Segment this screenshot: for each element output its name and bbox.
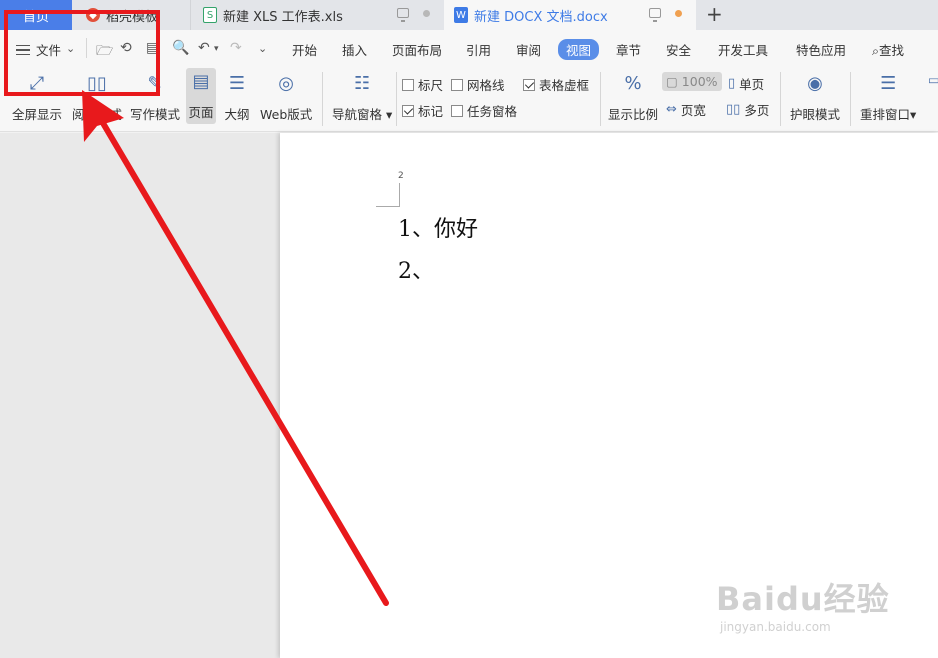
window-monitor-icon[interactable] — [649, 8, 661, 22]
undo-icon[interactable]: ↶ — [198, 40, 210, 56]
tab-xls-document[interactable]: S 新建 XLS 工作表.xls — [190, 0, 444, 30]
search-icon: ⌕ — [872, 43, 880, 58]
zoom-value: ▢ 100% — [662, 72, 722, 91]
web-icon: ◎ — [278, 72, 294, 94]
divider — [396, 72, 397, 126]
menu-view[interactable]: 视图 — [558, 39, 600, 60]
ruler-checkbox[interactable]: 标尺 — [402, 75, 443, 94]
web-layout-button[interactable]: ◎ Web版式 — [260, 70, 312, 123]
marks-checkbox[interactable]: 标记 — [402, 101, 443, 120]
page-width-icon: ⇔ — [666, 102, 677, 117]
table-gridlines-box[interactable] — [523, 78, 535, 91]
zoom-label: 显示比例 — [608, 107, 659, 122]
watermark-brand: Baidu经验 — [716, 580, 890, 618]
tab-docx-label: 新建 DOCX 文档.docx — [474, 9, 608, 25]
menu-page-layout[interactable]: 页面布局 — [392, 40, 442, 59]
table-gridlines-checkbox[interactable]: 表格虚框 — [523, 75, 589, 94]
search-button[interactable]: ⌕查找 — [872, 40, 904, 59]
writer-icon: W — [454, 7, 468, 23]
menu-chapter[interactable]: 章节 — [616, 40, 641, 59]
print-preview-icon[interactable]: 🔍 — [172, 40, 189, 56]
eye-icon: ◉ — [807, 72, 823, 94]
marks-label: 标记 — [418, 104, 444, 119]
undo-dropdown-icon[interactable]: ▾ — [214, 44, 219, 54]
table-gridlines-label: 表格虚框 — [539, 78, 590, 93]
gridlines-label: 网格线 — [467, 78, 505, 93]
single-page-label: 单页 — [739, 77, 765, 92]
spreadsheet-icon: S — [203, 7, 217, 23]
page-view-button[interactable]: ▤ 页面 — [186, 68, 216, 124]
eye-mode-label: 护眼模式 — [790, 107, 841, 122]
baidu-watermark: Baidu经验 jingyan.baidu.com — [716, 574, 890, 634]
watermark-url: jingyan.baidu.com — [720, 620, 831, 634]
unsaved-dot[interactable] — [675, 9, 682, 17]
highlight-box — [4, 10, 160, 96]
tab-status-dot[interactable] — [423, 9, 430, 17]
margin-corner-mark — [376, 183, 400, 207]
gridlines-box[interactable] — [451, 78, 463, 91]
page-width-label: 页宽 — [680, 103, 706, 118]
page-icon: ▤ — [188, 68, 214, 94]
writing-mode-label: 写作模式 — [130, 107, 181, 122]
window-monitor-icon[interactable] — [397, 8, 409, 22]
zoom-button[interactable]: % 显示比例 — [608, 70, 658, 123]
task-pane-checkbox[interactable]: 任务窗格 — [451, 101, 517, 120]
arrange-windows-label: 重排窗口▾ — [860, 107, 917, 122]
arrange-windows-button[interactable]: ☰ 重排窗口▾ — [860, 70, 916, 123]
menu-start[interactable]: 开始 — [292, 40, 317, 59]
outline-label: 大纲 — [224, 107, 250, 122]
fullscreen-label: 全屏显示 — [12, 107, 63, 122]
task-pane-box[interactable] — [451, 104, 463, 117]
menu-developer[interactable]: 开发工具 — [718, 40, 768, 59]
new-window-icon[interactable]: ▭ — [928, 72, 938, 87]
multi-page-icon: ▯▯ — [726, 102, 741, 117]
eye-mode-button[interactable]: ◉ 护眼模式 — [790, 70, 840, 123]
menu-special[interactable]: 特色应用 — [796, 40, 846, 59]
tab-xls-label: 新建 XLS 工作表.xls — [223, 9, 343, 25]
menu-review[interactable]: 审阅 — [516, 40, 541, 59]
divider — [322, 72, 323, 126]
zoom-icon: % — [624, 72, 642, 94]
gridlines-checkbox[interactable]: 网格线 — [451, 75, 505, 94]
multi-page-button[interactable]: ▯▯ 多页 — [726, 100, 769, 119]
reading-mode-label: 阅读版式 — [72, 107, 123, 122]
page-width-button[interactable]: ⇔ 页宽 — [666, 100, 706, 119]
ruler-label: 标尺 — [418, 78, 444, 93]
outline-button[interactable]: ☰ 大纲 — [224, 70, 250, 123]
page-number: 2 — [398, 171, 404, 181]
ruler-box[interactable] — [402, 78, 414, 91]
nav-pane-button[interactable]: ☷ 导航窗格 ▾ — [332, 70, 392, 123]
redo-icon[interactable]: ↷ — [230, 40, 242, 56]
zoom-100-button[interactable]: ▢ 100% — [662, 72, 722, 91]
menu-security[interactable]: 安全 — [666, 40, 691, 59]
single-page-icon: ▯ — [728, 76, 736, 91]
nav-pane-label: 导航窗格 ▾ — [332, 107, 393, 122]
customize-icon[interactable]: ⌄ — [258, 42, 267, 55]
marks-box[interactable] — [402, 104, 414, 117]
document-line-2[interactable]: 2、 — [398, 253, 434, 285]
page-view-label: 页面 — [188, 105, 214, 120]
search-label: 查找 — [879, 43, 905, 58]
nav-pane-icon: ☷ — [354, 72, 371, 94]
multi-page-label: 多页 — [744, 103, 770, 118]
arrange-windows-icon: ☰ — [880, 72, 897, 94]
tab-docx-document[interactable]: W 新建 DOCX 文档.docx — [444, 0, 696, 30]
divider — [780, 72, 781, 126]
menu-insert[interactable]: 插入 — [342, 40, 367, 59]
document-line-1[interactable]: 1、你好 — [398, 211, 478, 243]
divider — [850, 72, 851, 126]
menu-references[interactable]: 引用 — [466, 40, 491, 59]
single-page-button[interactable]: ▯ 单页 — [728, 74, 764, 93]
new-tab-button[interactable]: + — [706, 2, 723, 26]
divider — [600, 72, 601, 126]
outline-icon: ☰ — [228, 72, 246, 94]
web-layout-label: Web版式 — [260, 107, 313, 122]
task-pane-label: 任务窗格 — [467, 104, 518, 119]
